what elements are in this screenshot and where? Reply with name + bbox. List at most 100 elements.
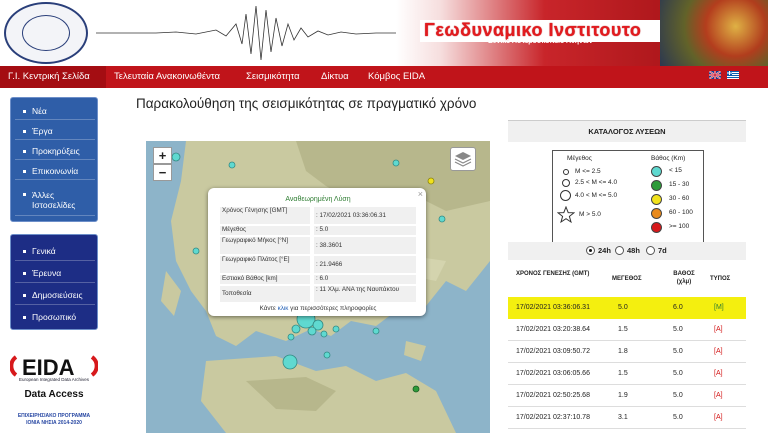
sidebar-item-label: Δημοσιεύσεις bbox=[32, 290, 83, 300]
cell-mag: 1.5 bbox=[618, 326, 628, 333]
col-magnitude[interactable]: ΜΕΓΕΘΟΣ bbox=[612, 275, 642, 283]
legend-depth-3: 30 - 60 bbox=[669, 195, 690, 202]
cell-depth: 5.0 bbox=[673, 392, 683, 399]
cell-type: [A] bbox=[714, 392, 723, 399]
nav-home[interactable]: Γ.Ι. Κεντρική Σελίδα bbox=[0, 66, 106, 88]
seismicity-map[interactable]: + − Αναθεωρημένη Λύση × Χρόνος Γένησης [… bbox=[146, 141, 490, 433]
period-24h-radio[interactable] bbox=[586, 246, 595, 255]
popup-value: : 6.0 bbox=[314, 275, 416, 284]
period-7d-label[interactable]: 7d bbox=[658, 246, 667, 255]
depth-color-swatch bbox=[651, 194, 662, 205]
cell-depth: 5.0 bbox=[673, 326, 683, 333]
seismogram-graphic bbox=[96, 5, 396, 61]
mag-medium-icon bbox=[562, 179, 570, 187]
catalog-title: ΚΑΤΑΛΟΓΟΣ ΛΥΣΕΩΝ bbox=[508, 120, 746, 142]
sidebar-item-other-sites[interactable]: Άλλες Ιστοσελίδες bbox=[15, 184, 95, 216]
period-24h-label[interactable]: 24h bbox=[598, 246, 611, 255]
zoom-out-button[interactable]: − bbox=[153, 164, 172, 181]
cell-time: 17/02/2021 03:36:06.31 bbox=[516, 304, 590, 311]
legend-depth-1: < 15 bbox=[669, 167, 682, 174]
main-nav: Γ.Ι. Κεντρική Σελίδα Τελευταία Ανακοινωθ… bbox=[0, 66, 768, 88]
mag-small-icon bbox=[563, 169, 569, 175]
cell-type: [M] bbox=[714, 304, 724, 311]
cell-mag: 1.8 bbox=[618, 348, 628, 355]
legend-depth-title: Βάθος (Km) bbox=[651, 155, 686, 162]
legend-mag-1: M <= 2.5 bbox=[575, 168, 601, 175]
col-type[interactable]: ΤΥΠΟΣ bbox=[710, 275, 730, 283]
page-title: Παρακολούθηση της σεισμικότητας σε πραγμ… bbox=[136, 96, 477, 111]
bullet-icon bbox=[23, 250, 26, 254]
period-48h-radio[interactable] bbox=[615, 246, 624, 255]
table-row[interactable]: 17/02/2021 02:37:10.78 3.1 5.0 [A] bbox=[508, 407, 746, 429]
data-access-link[interactable]: Data Access bbox=[10, 389, 98, 400]
sidebar-item-label: Προκηρύξεις bbox=[32, 146, 80, 156]
popup-row-origin-time: Χρόνος Γένησης [GMT] : 17/02/2021 03:36:… bbox=[220, 207, 416, 224]
institute-subtitle: Εθνικό Αστεροσκοπείο Αθηνών bbox=[488, 38, 593, 45]
period-7d-radio[interactable] bbox=[646, 246, 655, 255]
nav-announcements[interactable]: Τελευταία Ανακοινωθέντα bbox=[114, 66, 220, 88]
sidebar-item-news[interactable]: Νέα bbox=[15, 102, 95, 120]
layers-icon bbox=[454, 152, 472, 167]
table-row[interactable]: 17/02/2021 02:50:25.68 1.9 5.0 [A] bbox=[508, 385, 746, 407]
sidebar-item-label: Γενικά bbox=[32, 246, 56, 256]
nav-networks[interactable]: Δίκτυα bbox=[321, 66, 349, 88]
sidebar-item-staff[interactable]: Προσωπικό bbox=[15, 307, 95, 327]
bullet-icon bbox=[23, 150, 26, 154]
depth-color-swatch bbox=[651, 180, 662, 191]
table-row[interactable]: 17/02/2021 03:36:06.31 5.0 6.0 [M] bbox=[508, 297, 746, 319]
legend-mag-3: 4.0 < M <= 5.0 bbox=[575, 192, 618, 199]
legend-mag-2: 2.5 < M <= 4.0 bbox=[575, 179, 618, 186]
col-depth[interactable]: ΒΑΘΟΣ (χλμ) bbox=[666, 270, 702, 286]
eida-full-name: European Integrated Data Archives bbox=[18, 377, 90, 382]
layers-button[interactable] bbox=[450, 147, 476, 171]
cell-mag: 3.1 bbox=[618, 414, 628, 421]
program-banner-line2[interactable]: ΙΟΝΙΑ ΝΗΣΙΑ 2014-2020 bbox=[10, 420, 98, 426]
sidebar-item-label: Προσωπικό bbox=[32, 312, 77, 322]
popup-footer-text: Κάντε bbox=[259, 305, 278, 312]
popup-more-info-link[interactable]: κλικ bbox=[278, 305, 289, 312]
popup-close-button[interactable]: × bbox=[418, 189, 423, 199]
event-popup: Αναθεωρημένη Λύση × Χρόνος Γένησης [GMT]… bbox=[208, 188, 426, 316]
col-origin-time[interactable]: ΧΡΟΝΟΣ ΓΕΝΕΣΗΣ (GMT) bbox=[516, 270, 606, 278]
sidebar-menu-about: Γενικά Έρευνα Δημοσιεύσεις Προσωπικό bbox=[10, 234, 98, 330]
observatory-seal-logo[interactable] bbox=[4, 2, 88, 64]
english-flag-icon[interactable] bbox=[709, 71, 721, 79]
table-row[interactable]: 17/02/2021 03:20:38.64 1.5 5.0 [A] bbox=[508, 319, 746, 341]
cell-type: [A] bbox=[714, 414, 723, 421]
program-banner-line1[interactable]: ΕΠΙΧΕΙΡΗΣΙΑΚΟ ΠΡΟΓΡΑΜΜΑ bbox=[10, 413, 98, 419]
table-row[interactable]: 17/02/2021 02:36:16.533.09.5[A] bbox=[508, 429, 746, 433]
cell-time: 17/02/2021 02:37:10.78 bbox=[516, 414, 590, 421]
bullet-icon bbox=[23, 193, 26, 196]
sidebar-item-publications[interactable]: Δημοσιεύσεις bbox=[15, 285, 95, 305]
period-selector: 24h 48h 7d bbox=[508, 242, 746, 260]
popup-label: Γεωγραφικό Πλάτος [°E] bbox=[220, 256, 310, 273]
sidebar-item-label: Επικοινωνία bbox=[32, 166, 79, 176]
sidebar-item-label: Έργα bbox=[32, 126, 53, 136]
cell-type: [A] bbox=[714, 326, 723, 333]
zoom-in-button[interactable]: + bbox=[153, 147, 172, 164]
nav-eida-node[interactable]: Κόμβος EIDA bbox=[368, 66, 425, 88]
popup-value: : 38.3601 bbox=[314, 237, 416, 254]
depth-color-swatch bbox=[651, 222, 662, 233]
sidebar-item-general[interactable]: Γενικά bbox=[15, 241, 95, 261]
sidebar-item-projects[interactable]: Έργα bbox=[15, 122, 95, 140]
popup-label: Χρόνος Γένησης [GMT] bbox=[220, 207, 310, 224]
cell-depth: 5.0 bbox=[673, 348, 683, 355]
nav-seismicity[interactable]: Σεισμικότητα bbox=[246, 66, 300, 88]
popup-footer: Κάντε κλικ για περισσότερες πληροφορίες bbox=[220, 305, 416, 312]
table-row[interactable]: 17/02/2021 03:06:05.66 1.5 5.0 [A] bbox=[508, 363, 746, 385]
table-row[interactable]: 17/02/2021 03:09:50.72 1.8 5.0 [A] bbox=[508, 341, 746, 363]
sidebar-item-tenders[interactable]: Προκηρύξεις bbox=[15, 142, 95, 160]
period-48h-label[interactable]: 48h bbox=[627, 246, 640, 255]
mag-star-icon bbox=[557, 206, 575, 224]
popup-label: Τοποθεσία bbox=[220, 286, 310, 302]
sidebar-item-research[interactable]: Έρευνα bbox=[15, 263, 95, 283]
popup-row-location: Τοποθεσία : 11 Χλμ. ΑΝΑ της Ναυπάκτου bbox=[220, 286, 416, 302]
legend-depth-5: >= 100 bbox=[669, 223, 690, 230]
depth-color-swatch bbox=[651, 166, 662, 177]
sidebar-item-contact[interactable]: Επικοινωνία bbox=[15, 162, 95, 180]
seal-emblem bbox=[22, 15, 70, 51]
cell-type: [A] bbox=[714, 348, 723, 355]
sidebar-item-label: Άλλες Ιστοσελίδες bbox=[32, 190, 76, 210]
greek-flag-icon[interactable] bbox=[727, 71, 739, 79]
